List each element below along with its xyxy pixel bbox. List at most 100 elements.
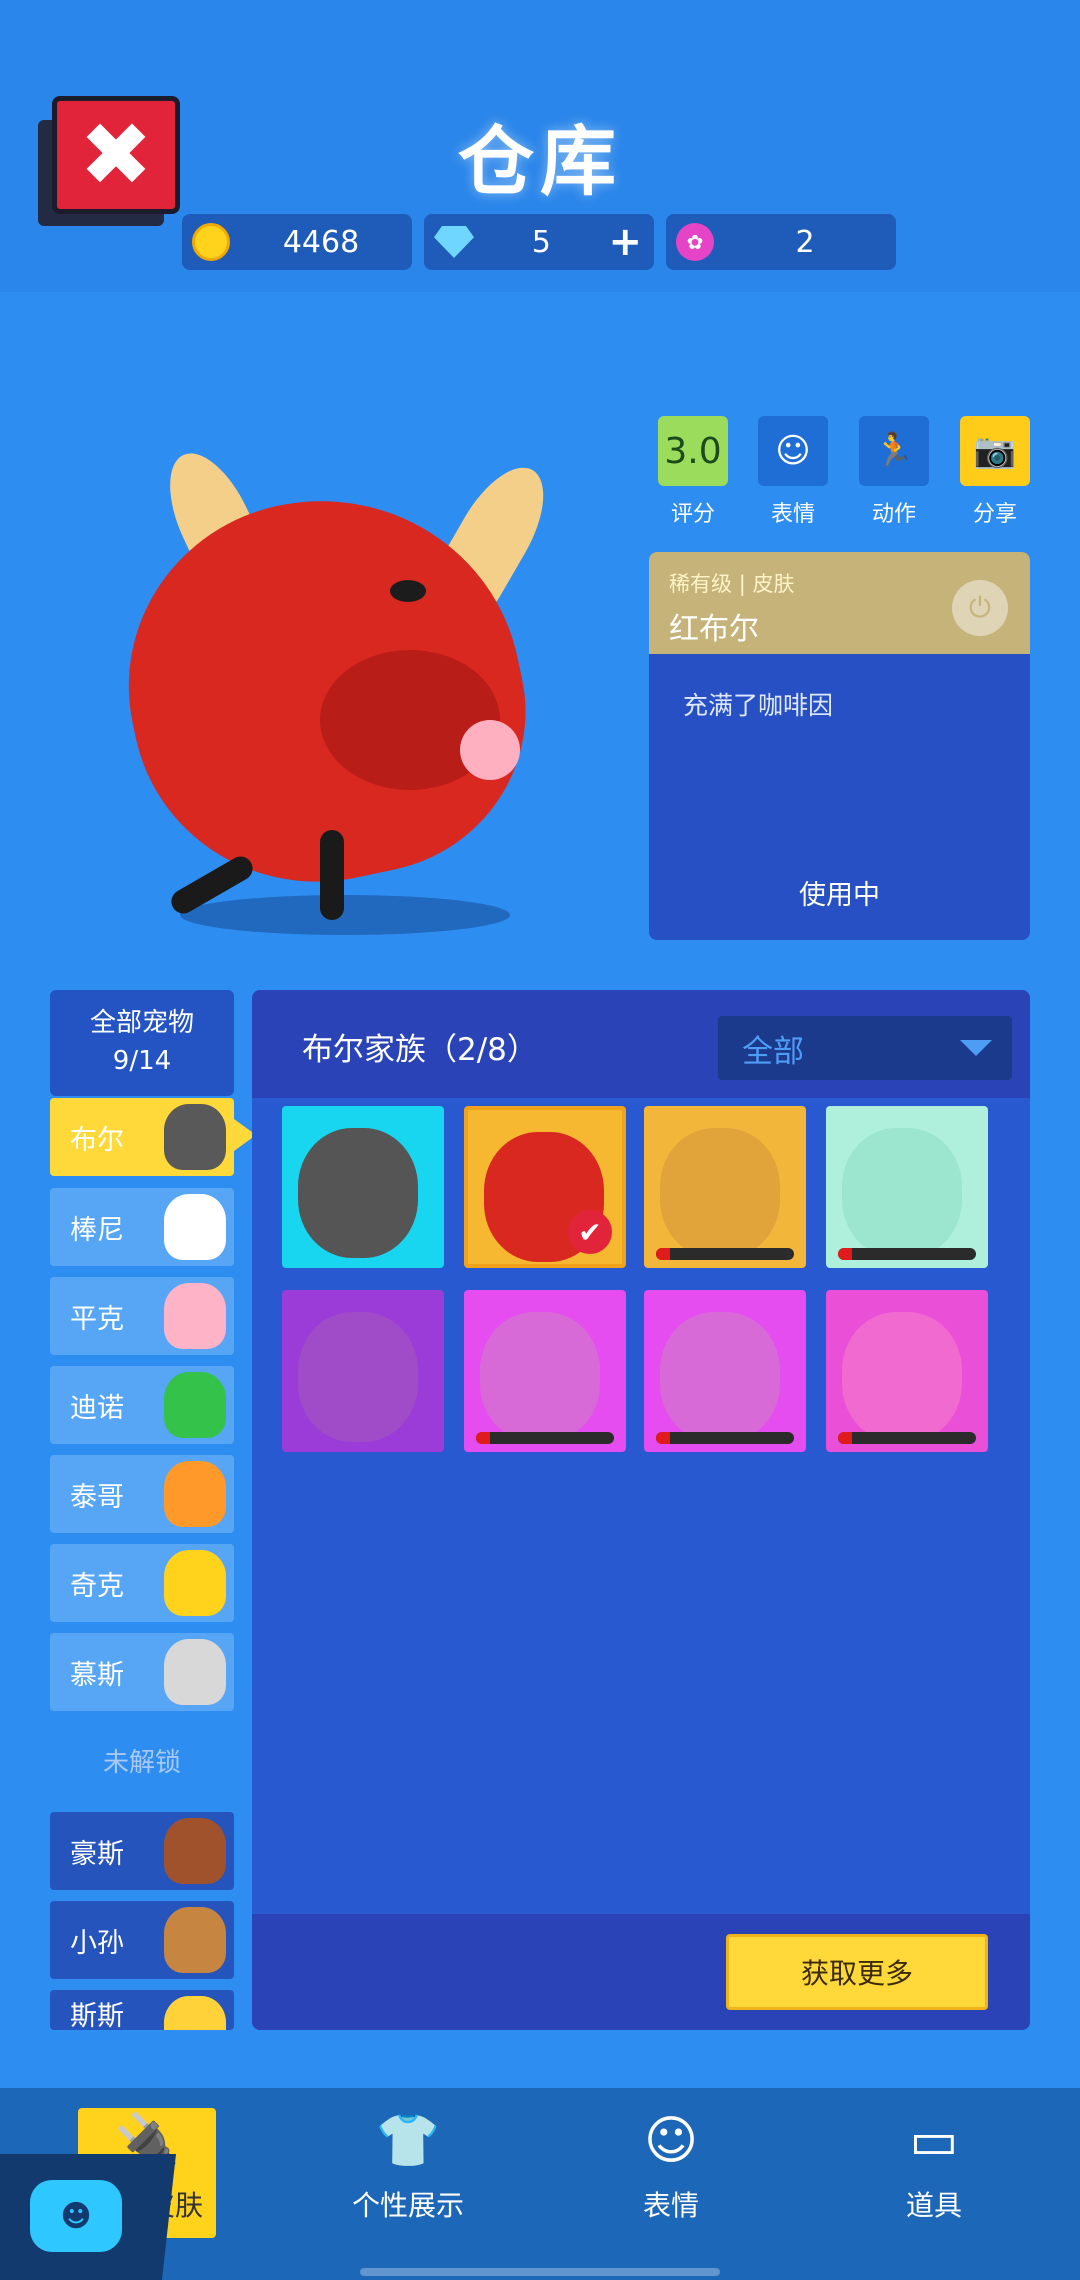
skin-progress-bar (838, 1432, 976, 1444)
tab-emotes[interactable]: ☺ 表情 (571, 2108, 771, 2238)
character-shadow (180, 895, 510, 935)
pet-item-chick[interactable]: 奇克 (50, 1544, 234, 1622)
pet-all-label: 全部宠物 (89, 1008, 194, 1038)
bull-skin-icon (660, 1128, 780, 1258)
snake-icon (164, 1996, 226, 2030)
skin-tile[interactable] (644, 1290, 806, 1452)
skin-grid-panel: 布尔家族（2/8） 全部 ✔ 获取更多 (252, 990, 1030, 2030)
pet-item-mouse[interactable]: 慕斯 (50, 1633, 234, 1711)
tab-label: 道具 (905, 2189, 962, 2222)
chevron-down-icon (960, 1040, 992, 1056)
skin-tile[interactable] (282, 1290, 444, 1452)
rating-label: 评分 (670, 502, 715, 527)
pet-item-monkey[interactable]: 小孙 (50, 1901, 234, 1979)
tab-items[interactable]: ▭ 道具 (834, 2108, 1034, 2238)
lotus-icon: ✿ (676, 223, 714, 261)
add-diamond-button[interactable]: + (608, 219, 642, 265)
pet-name: 泰哥 (70, 1481, 124, 1513)
pet-name: 平克 (70, 1303, 124, 1335)
bull-skin-icon (298, 1128, 418, 1258)
skin-tile[interactable] (464, 1290, 626, 1452)
skin-progress-bar (656, 1248, 794, 1260)
pet-name: 小孙 (70, 1927, 124, 1959)
skin-card-header: 稀有级 | 皮肤 红布尔 ⏻ (649, 552, 1030, 654)
pet-all-filter[interactable]: 全部宠物 9/14 (50, 990, 234, 1096)
chick-icon (164, 1550, 226, 1616)
skin-separator: | (738, 572, 746, 596)
tiger-icon (164, 1461, 226, 1527)
skin-type: 皮肤 (752, 572, 795, 596)
tab-personal-display[interactable]: 👕 个性展示 (308, 2108, 508, 2238)
character-eye (390, 580, 426, 602)
filter-value: 全部 (742, 1033, 804, 1070)
page-title: 仓库 (458, 117, 622, 206)
bull-skin-icon (480, 1312, 600, 1442)
family-title: 布尔家族（2/8） (302, 1032, 538, 1068)
rating-value: 3.0 (658, 416, 728, 486)
camera-bot-icon: ☻ (30, 2180, 122, 2252)
pet-name: 布尔 (70, 1124, 124, 1156)
emote-button[interactable]: ☺ 表情 (758, 416, 828, 528)
pet-item-horse[interactable]: 豪斯 (50, 1812, 234, 1890)
pet-item-tiger[interactable]: 泰哥 (50, 1455, 234, 1533)
dinosaur-icon (164, 1372, 226, 1438)
emote-icon: ☺ (758, 416, 828, 486)
pet-item-pig[interactable]: 平克 (50, 1277, 234, 1355)
skin-description: 充满了咖啡因 (683, 691, 834, 720)
share-label: 分享 (972, 502, 1017, 527)
skin-tile[interactable] (826, 1106, 988, 1268)
pet-item-snake[interactable]: 斯斯 (50, 1990, 234, 2030)
motion-button[interactable]: 🏃 动作 (859, 416, 929, 528)
horse-icon (164, 1818, 226, 1884)
skin-info-card: 稀有级 | 皮肤 红布尔 ⏻ 充满了咖啡因 使用中 (649, 552, 1030, 940)
bull-skin-icon (842, 1128, 962, 1258)
rating-button[interactable]: 3.0 评分 (658, 416, 728, 528)
character-leg (320, 830, 344, 920)
diamond-counter: 5 + (424, 214, 654, 270)
diamond-value: 5 (531, 224, 551, 260)
home-indicator[interactable] (360, 2268, 720, 2276)
pet-name: 豪斯 (70, 1838, 124, 1870)
diamond-icon (434, 226, 474, 258)
skin-tile[interactable] (282, 1106, 444, 1268)
pet-count: 9/14 (112, 1046, 172, 1076)
get-more-button[interactable]: 获取更多 (726, 1934, 988, 2010)
panel-footer: 获取更多 (252, 1914, 1030, 2030)
pet-item-dino[interactable]: 迪诺 (50, 1366, 234, 1444)
assistant-button[interactable]: ☻ (0, 2154, 176, 2280)
locked-section-label: 未解锁 (102, 1748, 181, 1778)
pet-item-bull[interactable]: 布尔 (50, 1098, 234, 1176)
tab-label: 表情 (642, 2189, 699, 2222)
bull-skin-icon (298, 1312, 418, 1442)
skin-tile[interactable] (644, 1106, 806, 1268)
pet-name: 迪诺 (70, 1392, 124, 1424)
filter-dropdown[interactable]: 全部 (718, 1016, 1012, 1080)
flower-icon (460, 720, 520, 780)
skin-progress-bar (656, 1432, 794, 1444)
bull-icon (164, 1104, 226, 1170)
pet-name: 斯斯 (70, 2001, 124, 2030)
camera-icon: 📷 (960, 416, 1030, 486)
card-icon: ▭ (909, 2111, 959, 2171)
monkey-icon (164, 1907, 226, 1973)
pet-name: 奇克 (70, 1570, 124, 1602)
coin-icon (192, 223, 230, 261)
share-button[interactable]: 📷 分享 (960, 416, 1030, 528)
lotus-value: 2 (795, 224, 815, 260)
shirt-icon: 👕 (375, 2111, 441, 2171)
skin-progress-bar (476, 1432, 614, 1444)
skin-progress-bar (838, 1248, 976, 1260)
lotus-counter: ✿ 2 (666, 214, 896, 270)
skin-status: 使用中 (799, 880, 880, 911)
skin-tile[interactable] (826, 1290, 988, 1452)
running-icon: 🏃 (859, 416, 929, 486)
skin-rarity: 稀有级 (669, 572, 732, 596)
panel-header: 布尔家族（2/8） 全部 (252, 990, 1030, 1098)
header: ✖ 仓库 4468 5 + ✿ 2 (0, 0, 1080, 292)
skin-tile[interactable]: ✔ (464, 1106, 626, 1268)
pet-character-preview (94, 440, 563, 940)
coin-counter: 4468 (182, 214, 412, 270)
tab-label: 个性展示 (351, 2189, 464, 2222)
emote-icon: ☺ (643, 2111, 699, 2171)
pet-item-bunny[interactable]: 棒尼 (50, 1188, 234, 1266)
